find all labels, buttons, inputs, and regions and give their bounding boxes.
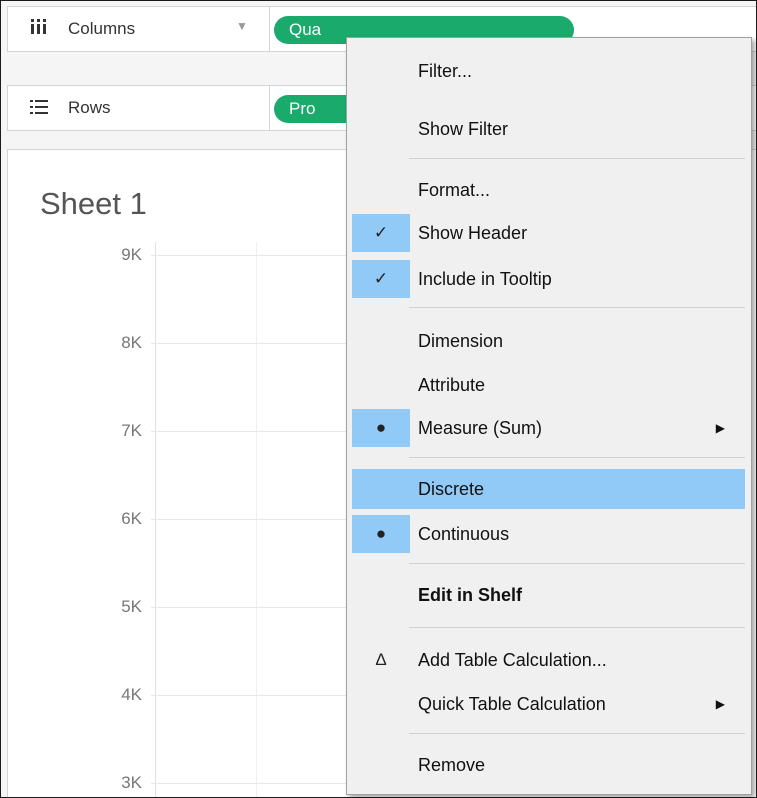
menu-item-label: Edit in Shelf	[418, 584, 523, 605]
y-gridline	[151, 695, 351, 696]
menu-item-label: Show Header	[418, 222, 528, 243]
y-gridline	[151, 783, 351, 784]
menu-item-label: Measure (Sum)	[418, 417, 543, 438]
y-gridline	[151, 519, 351, 520]
menu-separator	[409, 457, 745, 458]
menu-item-show-filter[interactable]: Show Filter	[352, 110, 745, 148]
rows-label: Rows	[68, 98, 111, 117]
submenu-arrow-icon: ▶	[715, 421, 725, 435]
checkmark-icon: ✓	[352, 260, 410, 298]
menu-separator	[409, 627, 745, 628]
checkmark-icon: ✓	[352, 214, 410, 252]
y-tick-label: 9K	[121, 245, 142, 264]
menu-item-mark	[352, 576, 410, 614]
menu-separator	[409, 733, 745, 734]
menu-item-filter[interactable]: Filter...	[352, 52, 745, 90]
y-gridline	[151, 343, 351, 344]
menu-item-measure-sum[interactable]: ● Measure (Sum) ▶	[352, 409, 745, 447]
menu-item-label: Remove	[418, 754, 486, 775]
menu-item-format[interactable]: Format...	[352, 171, 745, 209]
menu-item-mark	[352, 746, 410, 784]
tableau-worksheet: Columns ▼ Qua Rows Pro Sheet 1 9K 8K 7K 6K 5…	[0, 0, 757, 798]
y-gridline	[151, 607, 351, 608]
menu-item-attribute[interactable]: Attribute	[352, 366, 745, 404]
bullet-icon: ●	[352, 409, 410, 447]
menu-item-continuous[interactable]: ● Continuous	[352, 515, 745, 553]
menu-item-discrete[interactable]: Discrete	[352, 469, 745, 509]
menu-item-mark	[352, 110, 410, 148]
menu-separator	[409, 158, 745, 159]
columns-icon	[30, 18, 54, 40]
y-tick-label: 4K	[121, 685, 142, 704]
menu-item-label: Show Filter	[418, 118, 509, 139]
y-tick-label: 5K	[121, 597, 142, 616]
menu-separator	[409, 563, 745, 564]
sheet-title: Sheet 1	[40, 186, 147, 221]
y-tick-label: 8K	[121, 333, 142, 352]
menu-item-mark	[352, 469, 410, 509]
y-tick-label: 6K	[121, 509, 142, 528]
rows-icon	[30, 98, 54, 119]
menu-item-dimension[interactable]: Dimension	[352, 322, 745, 360]
columns-shelf-label[interactable]: Columns ▼	[8, 7, 270, 51]
menu-item-label: Attribute	[418, 374, 486, 395]
menu-item-label: Format...	[418, 179, 491, 200]
menu-item-label: Continuous	[418, 523, 510, 544]
y-gridline	[151, 255, 351, 256]
menu-separator	[409, 307, 745, 308]
pill-context-menu: Filter... Show Filter Format... ✓ Show He…	[346, 37, 752, 795]
menu-item-label: Discrete	[418, 478, 485, 499]
menu-item-quick-table-calculation[interactable]: Quick Table Calculation ▶	[352, 685, 745, 723]
submenu-arrow-icon: ▶	[715, 697, 725, 711]
y-tick-label: 3K	[121, 773, 142, 792]
menu-item-label: Include in Tooltip	[418, 268, 552, 289]
menu-item-remove[interactable]: Remove	[352, 746, 745, 784]
menu-item-label: Quick Table Calculation	[418, 693, 606, 714]
y-tick-label: 7K	[121, 421, 142, 440]
bullet-icon: ●	[352, 515, 410, 553]
menu-item-label: Filter...	[418, 60, 473, 81]
menu-item-label: Add Table Calculation...	[418, 649, 607, 670]
columns-label: Columns	[68, 19, 136, 38]
menu-item-mark	[352, 685, 410, 723]
menu-item-add-table-calculation[interactable]: Δ Add Table Calculation...	[352, 641, 745, 679]
y-axis-line	[155, 242, 156, 797]
menu-item-label: Dimension	[418, 330, 504, 351]
menu-item-show-header[interactable]: ✓ Show Header	[352, 214, 745, 252]
menu-item-mark	[352, 171, 410, 209]
y-gridline	[151, 431, 351, 432]
chevron-down-icon[interactable]: ▼	[236, 19, 248, 33]
menu-item-mark	[352, 366, 410, 404]
rows-shelf-label[interactable]: Rows	[8, 86, 270, 130]
menu-item-mark	[352, 52, 410, 90]
rows-pill-label: Pro	[289, 99, 316, 118]
menu-item-include-in-tooltip[interactable]: ✓ Include in Tooltip	[352, 260, 745, 298]
menu-item-mark	[352, 322, 410, 360]
delta-icon: Δ	[375, 650, 387, 669]
menu-item-edit-in-shelf[interactable]: Edit in Shelf	[352, 576, 745, 614]
columns-pill-label: Qua	[289, 20, 322, 39]
vertical-gridline	[256, 242, 257, 797]
